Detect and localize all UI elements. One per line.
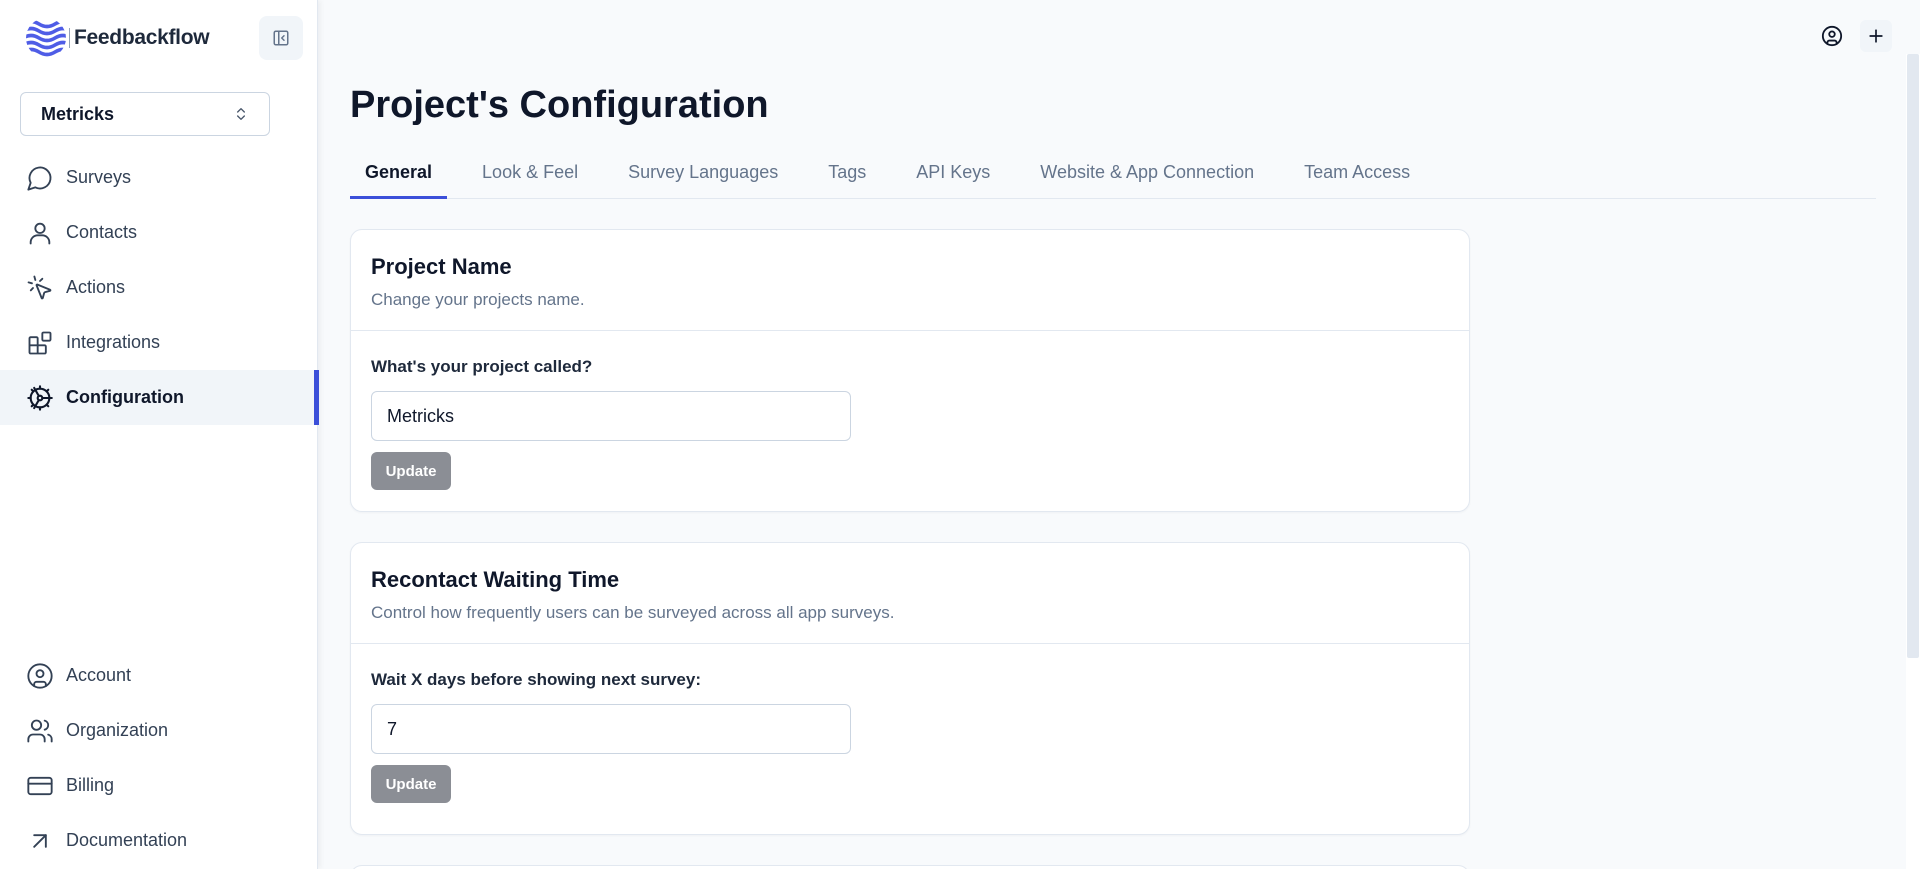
create-button[interactable] [1860,20,1892,52]
sidebar-item-label: Account [66,665,132,685]
brand-divider [69,28,70,48]
sidebar-item-label: Actions [66,277,126,297]
sidebar-item-account[interactable]: Account [0,648,318,703]
user-circle-icon [27,662,53,689]
card-subtitle: Control how frequently users can be surv… [371,603,895,622]
scrollbar-thumb[interactable] [1907,54,1919,658]
update-project-name-button[interactable]: Update [371,452,451,490]
users-icon [27,719,53,742]
card-header: Project Name Change your projects name. [351,230,1469,331]
card-title: Project Name [371,254,512,279]
sidebar-item-contacts[interactable]: Contacts [0,205,318,260]
project-name-card: Project Name Change your projects name. … [350,229,1470,512]
profile-button[interactable] [1816,20,1848,52]
recontact-days-label: Wait X days before showing next survey: [371,670,702,689]
message-circle-icon [27,166,52,191]
config-tabs: General Look & Feel Survey Languages Tag… [350,150,1876,199]
project-selector[interactable]: Metricks [20,92,270,136]
card-subtitle: Change your projects name. [371,290,585,309]
brand[interactable]: Feedbackflow [25,16,210,60]
card-body: Wait X days before showing next survey: … [351,644,1469,803]
sidebar-item-billing[interactable]: Billing [0,758,318,813]
card-body: What's your project called? Update [351,331,1469,490]
blocks-icon [28,331,52,354]
arrow-up-right-icon [33,833,47,848]
sidebar-item-label: Integrations [66,332,161,352]
recontact-waiting-time-card: Recontact Waiting Time Control how frequ… [350,542,1470,835]
cog-icon [27,384,53,411]
credit-card-icon [27,776,53,795]
tab-api-keys[interactable]: API Keys [901,150,1005,199]
sidebar-item-surveys[interactable]: Surveys [0,150,318,205]
sidebar-item-organization[interactable]: Organization [0,703,318,758]
project-selector-value: Metricks [41,103,115,124]
tab-look-and-feel[interactable]: Look & Feel [467,150,593,199]
sidebar-item-configuration[interactable]: Configuration [0,370,319,425]
mouse-pointer-click-icon [27,275,52,299]
page-title: Project's Configuration [350,84,769,126]
brand-name: Feedbackflow [74,26,210,49]
update-recontact-button[interactable]: Update [371,765,451,803]
sidebar: Feedbackflow Metricks Surveys Contacts A… [0,0,319,869]
sidebar-item-label: Documentation [66,830,188,850]
sidebar-item-label: Contacts [66,222,138,242]
tab-tags[interactable]: Tags [813,150,881,199]
top-actions [1816,20,1892,52]
sidebar-item-label: Billing [66,775,115,795]
recontact-days-input[interactable] [371,704,851,754]
panel-left-close-icon [273,30,289,46]
sidebar-item-label: Surveys [66,167,132,187]
sidebar-item-actions[interactable]: Actions [0,260,318,315]
tab-general[interactable]: General [350,150,448,199]
sidebar-item-label: Organization [66,720,169,740]
sidebar-item-documentation[interactable]: Documentation [0,813,318,868]
sidebar-main-nav: Surveys Contacts Actions Integrations Co… [0,150,319,425]
chevrons-up-down-icon [237,108,245,120]
next-settings-card [350,865,1470,869]
feedbackflow-logo-icon [26,19,66,57]
user-icon [29,222,51,244]
project-name-label: What's your project called? [371,357,593,376]
sidebar-secondary-nav: Account Organization Billing Documentati… [0,648,318,868]
project-name-input[interactable] [371,391,851,441]
card-header: Recontact Waiting Time Control how frequ… [351,543,1469,644]
tab-website-app-connection[interactable]: Website & App Connection [1025,150,1269,199]
collapse-sidebar-button[interactable] [259,16,303,60]
plus-icon [1869,29,1883,43]
tab-survey-languages[interactable]: Survey Languages [613,150,793,199]
tab-team-access[interactable]: Team Access [1289,150,1425,199]
card-title: Recontact Waiting Time [371,567,620,592]
sidebar-item-label: Configuration [66,387,184,407]
user-circle-icon [1821,25,1843,47]
sidebar-item-integrations[interactable]: Integrations [0,315,318,370]
